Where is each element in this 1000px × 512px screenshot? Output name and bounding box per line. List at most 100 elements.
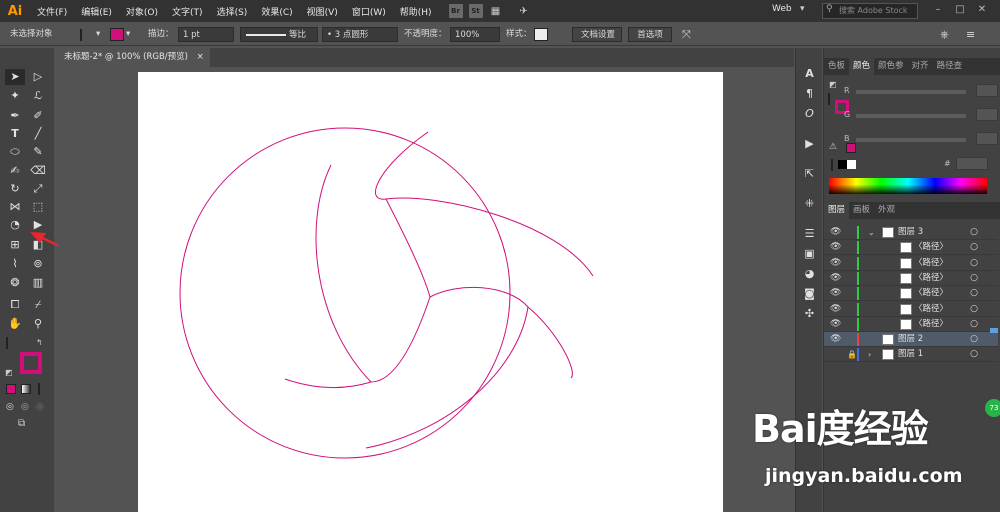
tab-color-guide[interactable]: 颜色参 — [874, 58, 908, 75]
layer-sublayer-row[interactable]: 👁 〈路径〉 ○ — [824, 317, 998, 332]
transparency-panel-icon[interactable]: ◕ — [800, 266, 819, 282]
menu-file[interactable]: 文件(F) — [30, 5, 74, 18]
canvas-area[interactable] — [58, 67, 794, 512]
layer-sublayer-row[interactable]: 👁 〈路径〉 ○ — [824, 240, 998, 256]
align-panel-icon[interactable]: ⎈ — [940, 27, 949, 42]
document-setup-button[interactable]: 文档设置 — [572, 27, 622, 42]
slider-track[interactable] — [856, 138, 966, 142]
screen-mode-icon[interactable]: ⧉ — [18, 418, 25, 429]
layer-name[interactable]: 〈路径〉 — [914, 271, 948, 286]
direct-selection-tool-icon[interactable]: ▷ — [28, 69, 48, 85]
channel-value-field[interactable] — [976, 108, 998, 121]
menu-edit[interactable]: 编辑(E) — [74, 5, 119, 18]
rotate-tool-icon[interactable]: ↻ — [5, 181, 25, 197]
variable-width-profile[interactable]: 等比 — [240, 27, 318, 42]
gradient-mode-icon[interactable] — [21, 384, 31, 394]
visibility-eye-icon[interactable]: 👁 — [830, 240, 841, 255]
menu-effect[interactable]: 效果(C) — [254, 5, 299, 18]
default-colors-icon[interactable]: ◩ — [5, 368, 13, 377]
zoom-tool-icon[interactable]: ⚲ — [28, 316, 48, 332]
width-tool-icon[interactable]: ⋈ — [5, 199, 25, 215]
opentype-panel-icon[interactable]: O — [800, 106, 819, 122]
fill-color-box[interactable] — [6, 337, 8, 349]
expand-chevron-icon[interactable]: › — [868, 347, 871, 362]
lasso-tool-icon[interactable]: ℒ — [28, 88, 48, 104]
layer-name[interactable]: 〈路径〉 — [914, 256, 948, 271]
selection-tool-icon[interactable]: ➤ — [5, 69, 25, 85]
free-transform-icon[interactable]: ⬚ — [28, 199, 48, 215]
visibility-eye-icon[interactable]: 👁 — [830, 317, 841, 332]
opacity-field[interactable]: 100% — [450, 27, 500, 42]
tab-appearance[interactable]: 外观 — [874, 202, 899, 219]
channel-value-field[interactable] — [976, 84, 998, 97]
visibility-eye-icon[interactable]: 👁 — [830, 271, 841, 286]
swap-fill-stroke-icon[interactable]: ↰ — [36, 338, 43, 347]
arrange-icon[interactable]: ⤧ — [682, 27, 691, 42]
stroke-weight-field[interactable]: 1 pt — [178, 27, 234, 42]
stock-search-input[interactable]: 搜索 Adobe Stock — [822, 3, 918, 19]
layer-name[interactable]: 〈路径〉 — [914, 302, 948, 317]
shaper-tool-icon[interactable]: ✍ — [5, 163, 25, 179]
notification-badge[interactable]: 73 — [985, 399, 1000, 417]
slider-track[interactable] — [856, 90, 966, 94]
scale-tool-icon[interactable]: ⤢ — [28, 181, 48, 197]
maximize-button[interactable]: □ — [952, 2, 968, 18]
menu-window[interactable]: 窗口(W) — [345, 5, 393, 18]
tab-swatches[interactable]: 色板 — [824, 58, 849, 75]
tab-color[interactable]: 颜色 — [849, 58, 875, 75]
layer-row[interactable]: 🔒 › 图层 1 ○ — [824, 347, 998, 363]
chevron-down-icon[interactable]: ▾ — [126, 27, 130, 42]
hand-tool-icon[interactable]: ✋ — [5, 316, 25, 332]
layer-sublayer-row[interactable]: 👁 〈路径〉 ○ — [824, 302, 998, 317]
visibility-eye-icon[interactable]: 👁 — [830, 302, 841, 317]
layer-row[interactable]: 👁 图层 2 ○ — [824, 332, 998, 348]
workspace-switcher[interactable]: Web — [772, 4, 792, 14]
target-circle-icon[interactable]: ○ — [970, 332, 978, 347]
target-circle-icon[interactable]: ○ — [970, 271, 978, 286]
draw-inside-icon[interactable]: ◎ — [36, 402, 44, 412]
out-of-gamut-icon[interactable]: ⚠ — [829, 142, 837, 152]
gpu-performance-icon[interactable]: ✈ — [517, 4, 531, 18]
eraser-tool-icon[interactable]: ⌫ — [28, 163, 48, 179]
volleyball-artwork[interactable] — [138, 72, 723, 512]
arrange-documents-icon[interactable]: ▦ — [489, 4, 503, 18]
stock-button[interactable]: St — [468, 4, 483, 18]
pen-tool-icon[interactable]: ✒ — [5, 108, 25, 124]
layer-row[interactable]: 👁 ⌄ 图层 3 ○ — [824, 225, 998, 240]
symbols-panel-icon[interactable]: ✣ — [800, 306, 819, 322]
lock-icon[interactable]: 🔒 — [847, 347, 857, 362]
graph-tool-icon[interactable]: ▥ — [28, 275, 48, 291]
paintbrush-tool-icon[interactable]: ✎ — [28, 144, 48, 160]
symbol-sprayer-icon[interactable]: ❂ — [5, 275, 25, 291]
layer-name[interactable]: 图层 3 — [898, 225, 923, 240]
target-circle-icon[interactable]: ○ — [970, 347, 978, 362]
color-spectrum[interactable] — [829, 178, 987, 194]
close-window-button[interactable]: ✕ — [974, 2, 990, 18]
menu-help[interactable]: 帮助(H) — [393, 5, 439, 18]
gradient-panel-icon[interactable]: ▣ — [800, 246, 819, 262]
green-channel-slider[interactable]: G — [844, 108, 999, 122]
layer-name[interactable]: 〈路径〉 — [914, 317, 948, 332]
visibility-eye-icon[interactable]: 👁 — [830, 286, 841, 301]
export-panel-icon[interactable]: ⇱ — [800, 166, 819, 182]
visibility-eye-icon[interactable]: 👁 — [830, 256, 841, 271]
artboard[interactable] — [138, 72, 723, 512]
blue-channel-slider[interactable]: B — [844, 132, 999, 146]
chevron-down-icon[interactable]: ▾ — [96, 27, 100, 42]
menu-select[interactable]: 选择(S) — [210, 5, 255, 18]
layer-name[interactable]: 图层 2 — [898, 332, 923, 347]
visibility-eye-icon[interactable]: 👁 — [830, 225, 841, 240]
brush-definition[interactable]: • 3 点圆形 — [322, 27, 398, 42]
target-circle-icon[interactable]: ○ — [970, 240, 978, 255]
curvature-tool-icon[interactable]: ✐ — [28, 108, 48, 124]
layer-name[interactable]: 图层 1 — [898, 347, 923, 362]
menu-object[interactable]: 对象(O) — [119, 5, 165, 18]
target-circle-icon[interactable]: ○ — [970, 286, 978, 301]
color-fill-box[interactable] — [828, 93, 830, 105]
menu-view[interactable]: 视图(V) — [300, 5, 345, 18]
stroke-panel-icon[interactable]: ☰ — [800, 226, 819, 242]
target-circle-icon[interactable]: ○ — [970, 317, 978, 332]
visibility-eye-icon[interactable]: 👁 — [830, 332, 841, 347]
draw-normal-icon[interactable]: ◎ — [6, 402, 14, 412]
gamut-swatch[interactable] — [846, 143, 856, 153]
